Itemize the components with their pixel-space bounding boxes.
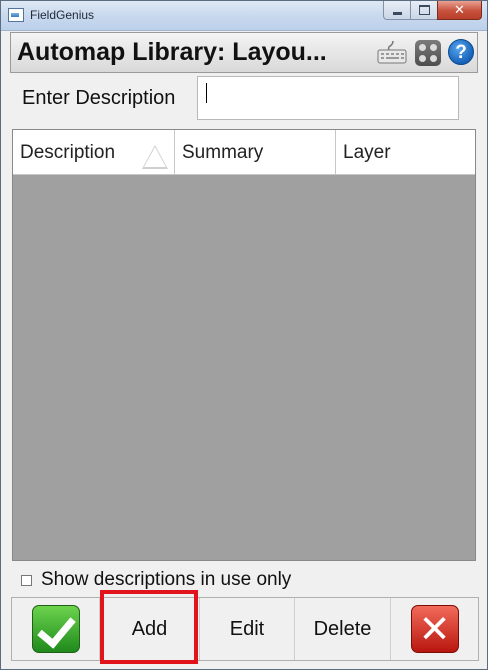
cancel-button[interactable]: ✕ [391, 598, 478, 660]
minimize-button[interactable] [383, 1, 410, 20]
column-label: Description [20, 142, 116, 163]
cancel-x-icon: ✕ [410, 605, 459, 653]
close-window-button[interactable]: ✕ [437, 1, 482, 20]
ok-button[interactable] [12, 598, 100, 660]
checkmark-icon [31, 605, 80, 653]
edit-label: Edit [229, 617, 265, 640]
maximize-button[interactable] [410, 1, 437, 20]
delete-button[interactable]: Delete [295, 598, 391, 660]
add-button[interactable]: Add [100, 598, 200, 660]
app-window: FieldGenius ✕ Automap Library: Layou... … [0, 0, 488, 670]
table-header: Description Summary Layer [13, 130, 475, 175]
sort-ascending-icon [142, 145, 168, 169]
caption-buttons: ✕ [383, 1, 482, 21]
column-label: Layer [343, 142, 391, 163]
app-icon [8, 8, 24, 22]
column-header-summary[interactable]: Summary [175, 130, 336, 174]
description-input[interactable] [197, 76, 459, 120]
show-in-use-row[interactable]: Show descriptions in use only [21, 569, 291, 591]
add-label: Add [131, 617, 168, 640]
column-header-description[interactable]: Description [13, 130, 175, 174]
show-in-use-label: Show descriptions in use only [41, 569, 292, 590]
minimize-icon [392, 11, 402, 15]
column-header-layer[interactable]: Layer [336, 130, 475, 174]
screen-header: Automap Library: Layou... ? [10, 32, 478, 73]
delete-label: Delete [313, 617, 372, 640]
screen-title: Automap Library: Layou... [17, 38, 327, 66]
title-bar[interactable]: FieldGenius ✕ [1, 1, 487, 31]
enter-description-label: Enter Description [22, 87, 176, 109]
help-icon[interactable]: ? [448, 39, 474, 65]
maximize-icon [418, 5, 430, 15]
calculator-icon[interactable] [415, 40, 441, 66]
keyboard-icon[interactable] [377, 39, 407, 65]
button-bar: Add Edit Delete ✕ [11, 597, 479, 661]
close-icon: ✕ [454, 2, 465, 18]
show-in-use-checkbox[interactable] [21, 574, 32, 586]
text-caret [206, 83, 207, 103]
edit-button[interactable]: Edit [200, 598, 295, 660]
column-label: Summary [182, 142, 264, 163]
automap-table[interactable]: Description Summary Layer [12, 129, 476, 561]
window-title: FieldGenius [30, 8, 95, 22]
